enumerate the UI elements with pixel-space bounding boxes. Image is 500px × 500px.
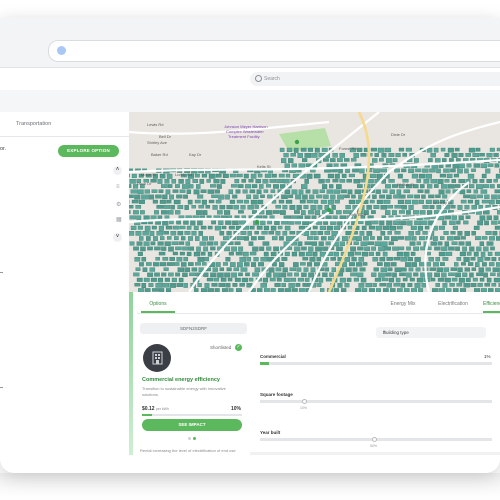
map-label: Bell Dr bbox=[159, 134, 172, 139]
slider-tick: 50% bbox=[370, 444, 378, 448]
percent-bar bbox=[142, 414, 242, 416]
left-panel: Transportation or. EXPLORE OPTION ˄ ≡ ⚙ … bbox=[0, 112, 130, 455]
sub-header-band bbox=[0, 90, 500, 112]
tab-transportation[interactable]: Transportation bbox=[0, 112, 129, 137]
search-input[interactable]: Search bbox=[250, 72, 500, 86]
search-icon bbox=[255, 75, 262, 82]
see-impact-button[interactable]: SEE IMPACT bbox=[142, 419, 242, 431]
map-view[interactable]: Johnson Meyer Harrison Complex Wastewate… bbox=[129, 112, 500, 292]
layers-icon[interactable]: ≡ bbox=[116, 184, 120, 190]
filter-label: Square footage bbox=[260, 392, 293, 397]
pager-dot[interactable] bbox=[188, 437, 191, 440]
panel-accent-edge bbox=[129, 292, 133, 455]
left-panel-snippet: or. bbox=[0, 146, 7, 152]
grid-icon[interactable]: ▦ bbox=[116, 216, 122, 223]
filter-label: Commercial bbox=[260, 354, 286, 359]
map-label: Kay Dr bbox=[189, 152, 202, 157]
shortlisted-label: Shortlisted bbox=[210, 345, 232, 350]
tab-bar: Options Energy Mix Electrification Effic… bbox=[137, 295, 500, 314]
map-label: Lewis Rd bbox=[147, 122, 164, 127]
search-placeholder: Search bbox=[264, 76, 280, 82]
building-icon bbox=[143, 344, 171, 372]
map-label: Rice Blvd bbox=[349, 212, 366, 217]
building-type-select[interactable]: Building type ▾ bbox=[376, 327, 486, 338]
percent-bar-fill bbox=[142, 414, 152, 416]
filter-bar-fill bbox=[260, 362, 270, 365]
map-label: Treatment Facility bbox=[228, 134, 260, 139]
slider-handle[interactable] bbox=[372, 437, 377, 442]
divider bbox=[0, 387, 3, 388]
slider-handle[interactable] bbox=[302, 399, 307, 404]
pager-dot-active[interactable] bbox=[193, 437, 196, 440]
filter-label: Year built bbox=[260, 430, 281, 435]
cost-value: $0.12 bbox=[142, 406, 155, 412]
map-label: Dock Dr bbox=[137, 181, 152, 186]
building-icon-glyph bbox=[152, 351, 163, 365]
map-label: Baker Rd bbox=[151, 152, 168, 157]
explore-option-button[interactable]: EXPLORE OPTION bbox=[58, 145, 119, 157]
map-label: Shirley Ave bbox=[147, 140, 167, 145]
cost-unit: per kWh bbox=[155, 407, 169, 411]
device-shadow bbox=[0, 473, 500, 500]
percent-value: 10% bbox=[231, 406, 242, 412]
check-icon[interactable]: ✓ bbox=[235, 344, 242, 351]
chevron-up-icon[interactable]: ˄ bbox=[113, 166, 122, 175]
tab-electrification[interactable]: Electrification bbox=[429, 295, 477, 313]
filter-bar[interactable] bbox=[260, 400, 492, 403]
tab-transportation-label: Transportation bbox=[16, 121, 52, 127]
map-label: W Kirby Dr bbox=[433, 200, 453, 205]
map-label: Forest Rd bbox=[339, 146, 357, 151]
filter-bar[interactable] bbox=[260, 362, 492, 365]
settings-icon[interactable]: ⚙ bbox=[116, 201, 121, 208]
tab-energy-mix[interactable]: Energy Mix bbox=[381, 295, 425, 313]
map-label: W Oak St bbox=[397, 182, 415, 187]
card-description: Transition to sustainable energy with in… bbox=[142, 386, 226, 397]
slider-tick: 10% bbox=[300, 406, 308, 410]
card-footer-text: Rental increasing the level of electrifi… bbox=[140, 448, 236, 453]
chevron-down-icon: ▾ bbox=[383, 329, 386, 334]
map-label: Kells St bbox=[257, 164, 271, 169]
chevron-down-icon[interactable]: ˅ bbox=[113, 233, 122, 242]
card-title: Commercial energy efficiency bbox=[142, 377, 220, 383]
tab-efficiency[interactable]: Efficiency bbox=[483, 295, 500, 313]
map-label: Dixie Dr bbox=[391, 132, 406, 137]
tab-options[interactable]: Options bbox=[141, 295, 175, 313]
cost: $0.12 per kWh bbox=[142, 406, 169, 412]
bottom-strip bbox=[250, 452, 500, 455]
site-icon bbox=[57, 46, 66, 55]
filter-value: 1% bbox=[484, 354, 491, 359]
map-label: Moon St bbox=[141, 172, 156, 177]
scenario-code: SDFN2SDRF bbox=[140, 323, 247, 334]
map-label: Lundy Rd bbox=[175, 172, 193, 177]
address-bar[interactable] bbox=[48, 40, 500, 62]
divider bbox=[0, 272, 3, 273]
